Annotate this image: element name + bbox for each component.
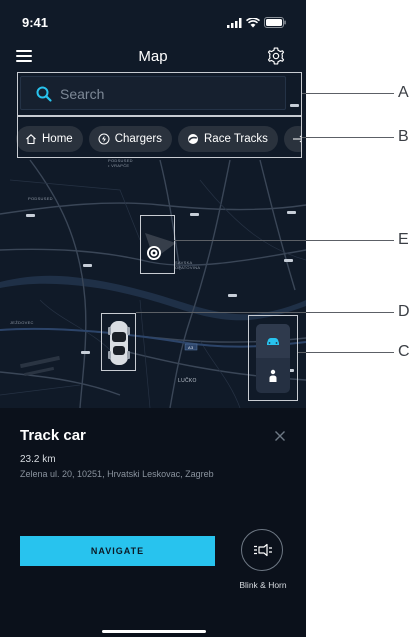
annotation-box-a — [17, 72, 302, 116]
status-icons — [227, 17, 286, 28]
sheet-title: Track car — [20, 427, 86, 444]
map-label-lucko: LUČKO — [178, 378, 197, 384]
annotation-box-d — [101, 313, 136, 371]
home-indicator — [102, 630, 206, 633]
callout-line-c — [298, 352, 394, 353]
blink-horn-icon — [254, 543, 272, 557]
callout-c: C — [398, 343, 410, 360]
page-title: Map — [138, 48, 168, 65]
callout-line-a — [302, 93, 394, 94]
status-time: 9:41 — [22, 15, 49, 30]
annotation-box-b — [17, 116, 302, 158]
wifi-icon — [246, 17, 260, 27]
app-header: Map — [0, 42, 306, 72]
map-label-podsused: PODSUSED • VRAPČE — [108, 158, 133, 168]
phone-screen: PODSUSED • VRAPČE PODSUSED SAVSKA OPATOV… — [0, 0, 306, 637]
blink-horn-button[interactable] — [241, 529, 283, 571]
callout-b: B — [398, 128, 409, 145]
battery-icon — [264, 17, 286, 28]
bottom-sheet: Track car 23.2 km Zelena ul. 20, 10251, … — [0, 408, 306, 637]
address-text: Zelena ul. 20, 10251, Hrvatski Leskovac,… — [20, 469, 214, 479]
blink-horn-label: Blink & Horn — [239, 580, 287, 590]
callout-a: A — [398, 84, 409, 101]
callout-d: D — [398, 303, 410, 320]
callout-e: E — [398, 231, 409, 248]
annotation-box-e — [140, 215, 175, 274]
callout-line-e — [174, 240, 394, 241]
callout-line-b — [302, 137, 394, 138]
map-label-podsused-left: PODSUSED — [28, 196, 53, 201]
gear-icon[interactable] — [266, 46, 286, 66]
map-label-jezdovec: JEŽDOVEC — [10, 320, 34, 325]
map-label-road: A3 — [188, 345, 194, 350]
distance-text: 23.2 km — [20, 454, 56, 465]
cellular-signal-icon — [227, 17, 242, 28]
navigate-button[interactable]: NAVIGATE — [20, 536, 215, 566]
callout-line-d — [136, 312, 394, 313]
map-label-savska: SAVSKA OPATOVINA — [175, 260, 201, 270]
annotation-box-c — [248, 315, 298, 401]
close-icon[interactable] — [274, 430, 286, 442]
status-bar: 9:41 — [0, 0, 306, 40]
